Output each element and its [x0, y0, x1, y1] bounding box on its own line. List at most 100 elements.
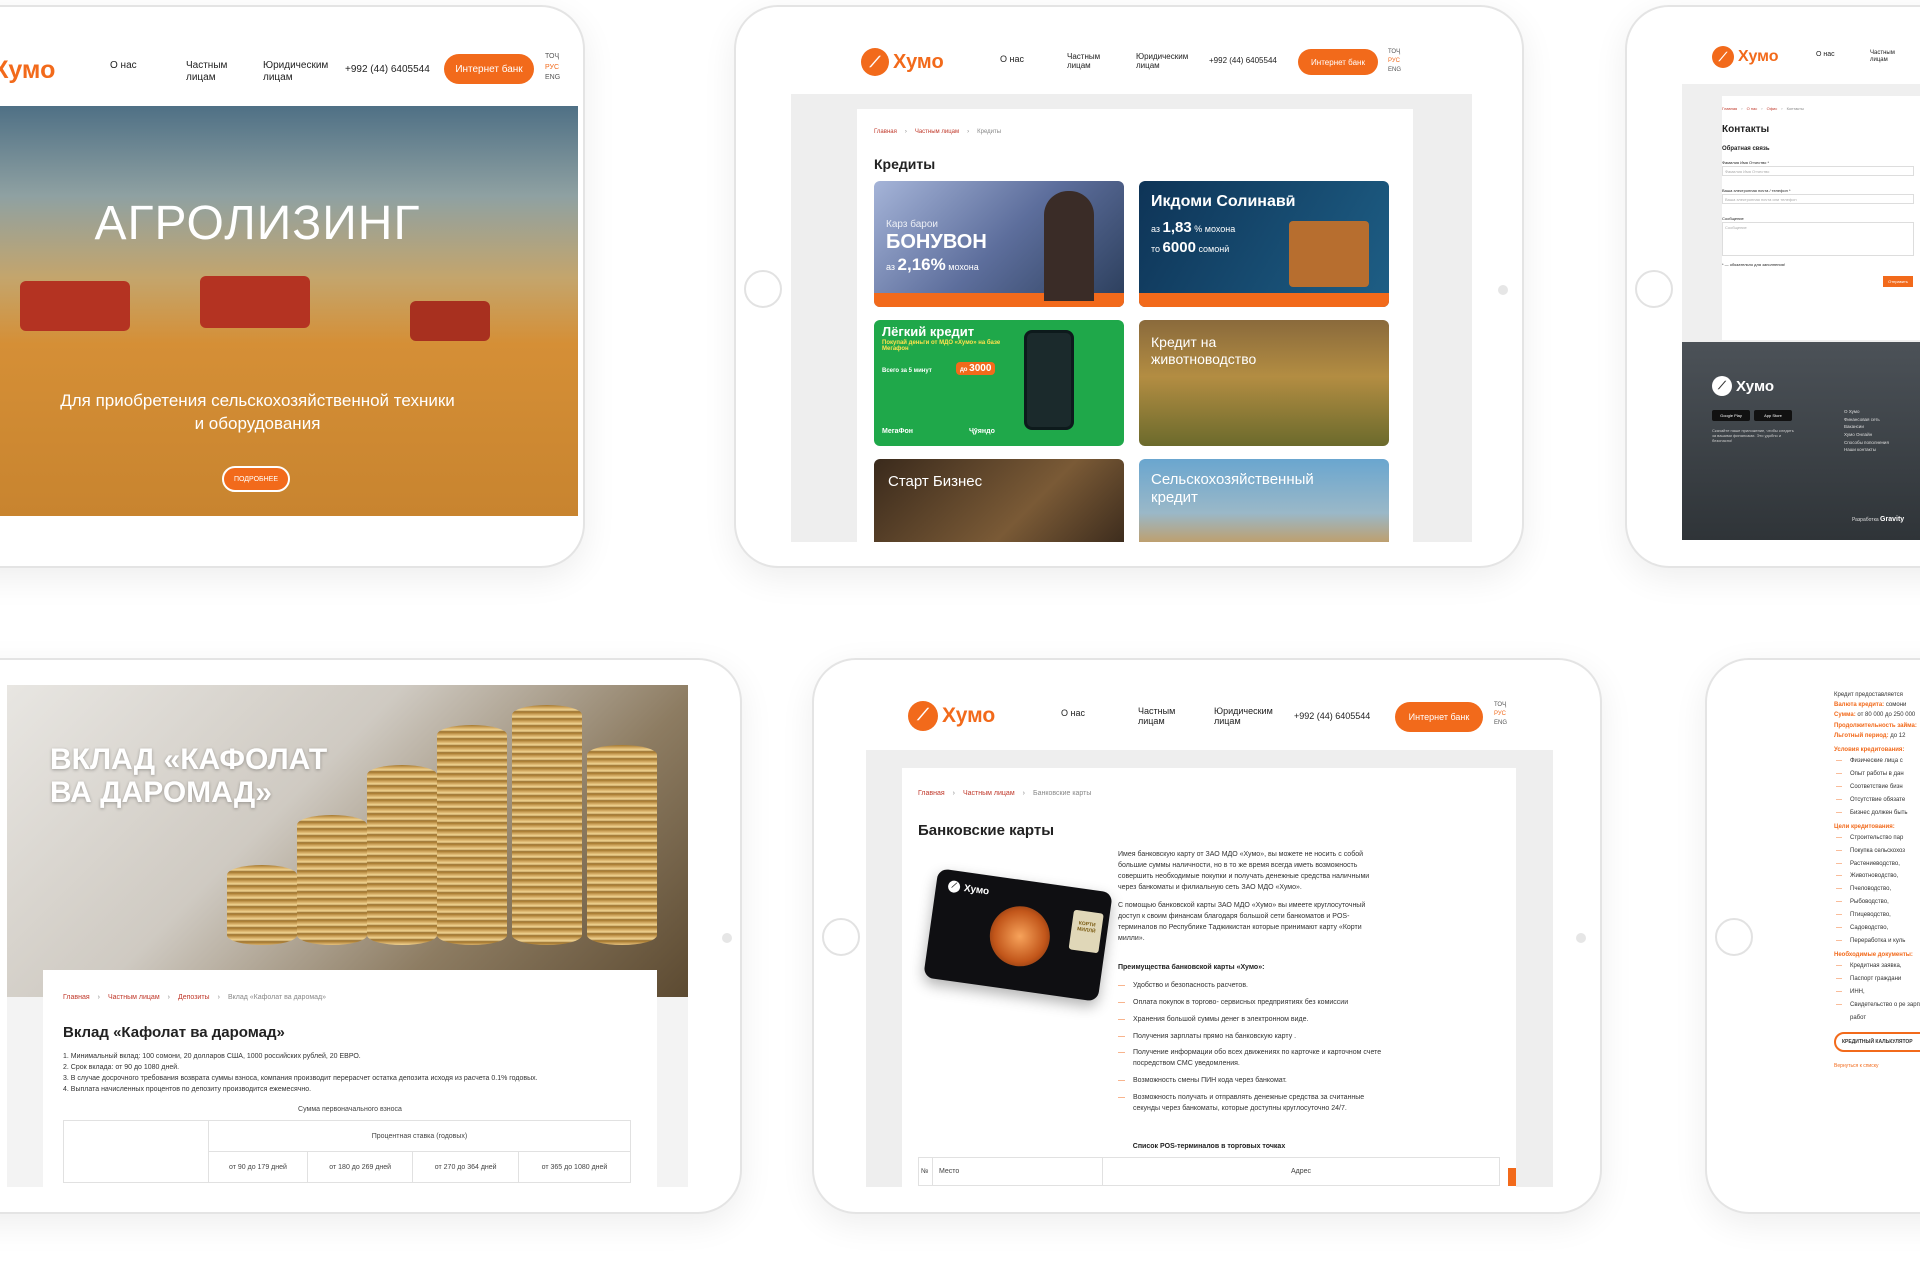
header-phone[interactable]: +992 (44) 6405544 [345, 64, 430, 76]
language-switcher[interactable]: ТОҶ РУС ENG [545, 52, 560, 84]
table-header: от 180 до 269 дней [306, 1151, 414, 1183]
nav-legal[interactable]: Юридическим лицам [263, 60, 328, 83]
header-phone[interactable]: +992 (44) 6405544 [1209, 56, 1277, 65]
table-caption: Сумма первоначального взноса [298, 1106, 402, 1113]
field-label-name: Фамилия Имя Отчество * [1722, 160, 1770, 165]
footer-link[interactable]: Наши контакты [1844, 446, 1889, 454]
promo-card-agro-credit[interactable]: Сельскохозяйственный кредит [1139, 459, 1389, 542]
coin-stack-image [367, 765, 437, 945]
promo-title: Икдоми Солинавӣ [1151, 193, 1296, 210]
name-input[interactable]: Фамилия Имя Отчество [1722, 166, 1914, 176]
nav-private[interactable]: Частным лицам [1067, 52, 1100, 70]
harvester-image [20, 281, 130, 331]
promo-card-bonuvon[interactable]: Карз барои БОНУВОН аз 2,16% мохона [874, 181, 1124, 307]
nav-about[interactable]: О нас [1816, 51, 1835, 59]
site-header: ⟋ Хумо О нас Частным лицам Юридическим лица… [866, 684, 1553, 750]
promo-title: Кредит на животноводство [1151, 334, 1257, 367]
logo-mark-icon: ⟋ [947, 879, 961, 894]
content-panel: Главная › Частным лицам › Банковские карты Б… [902, 768, 1516, 1187]
card-emblem [985, 902, 1054, 971]
nav-about[interactable]: О нас [1061, 708, 1085, 718]
list-item: — Паспорт граждани [1836, 975, 1902, 982]
footer-logo[interactable]: ⟋ Хумо [1712, 376, 1774, 396]
nav-about[interactable]: О нас [110, 60, 137, 72]
screen-bank-cards: ⟋ Хумо О нас Частным лицам Юридическим лица… [866, 684, 1553, 1187]
credit-calculator-button[interactable]: КРЕДИТНЫЙ КАЛЬКУЛЯТОР [1834, 1032, 1920, 1053]
developer-credit[interactable]: Разработка Gravity [1852, 516, 1904, 523]
cards-intro: Имея банковскую карту от ЗАО МДО «Хумо»,… [1118, 851, 1370, 942]
google-play-button[interactable]: Google Play [1712, 410, 1750, 421]
footer-link[interactable]: Способы пополнения [1844, 439, 1889, 447]
nav-legal[interactable]: Юридическим лицам [1136, 52, 1188, 70]
benefits-title: Преимущества банковской карты «Хумо»: [1118, 964, 1265, 971]
list-item: — Рыбоводство, [1836, 899, 1889, 906]
footer-link[interactable]: О Хумо [1844, 408, 1889, 416]
promo-amount: до 3000 [956, 362, 996, 375]
brand-logo[interactable]: Хумо [0, 56, 55, 85]
promo-card-start-business[interactable]: Старт Бизнес [874, 459, 1124, 542]
list-item: — Возможность получать и отправлять денеж… [1118, 1093, 1365, 1112]
nav-private[interactable]: Частным лицам [1870, 50, 1895, 64]
breadcrumb-link[interactable]: Частным лицам [108, 994, 160, 1001]
list-item: — Получение информации обо всех движениях… [1118, 1049, 1382, 1068]
brand-logo[interactable]: ⟋ Хумо [908, 701, 995, 731]
nav-private[interactable]: Частным лицам [186, 60, 227, 83]
table-header: от 365 до 1080 дней [517, 1151, 632, 1183]
hero-title: ВКЛАД «КАФОЛАТ ВА ДАРОМАД» [50, 743, 328, 809]
brand-logo[interactable]: ⟋ Хумо [1712, 46, 1779, 68]
list-item: — Пчеловодство, [1836, 886, 1892, 893]
required-note: * — обязательно для заполнения! [1722, 262, 1785, 267]
home-button [822, 918, 860, 956]
scroll-indicator[interactable] [1508, 1168, 1516, 1186]
promo-card-livestock[interactable]: Кредит на животноводство [1139, 320, 1389, 446]
header-phone[interactable]: +992 (44) 6405544 [1294, 711, 1370, 721]
list-item: — Бизнес должен быть [1836, 809, 1908, 816]
breadcrumb: Главная › Частным лицам › Депозиты › Вклад «Ка… [63, 994, 327, 1001]
footer-link[interactable]: Хумо Онлайн [1844, 431, 1889, 439]
footer-app-text: Скачайте наше приложение, чтобы следить … [1712, 428, 1794, 443]
breadcrumb-link[interactable]: Депозиты [178, 994, 210, 1001]
promo-title: Старт Бизнес [888, 473, 983, 490]
language-switcher[interactable]: ТОҶ РУС ENG [1494, 701, 1507, 728]
promo-kicker: Карз барои [886, 219, 938, 230]
coin-stack-image [587, 745, 657, 945]
app-store-button[interactable]: App Store [1754, 410, 1792, 421]
site-footer: ⟋ Хумо Google Play App Store Скачайте наш… [1682, 342, 1920, 540]
internet-bank-button[interactable]: Интернет банк [1395, 702, 1483, 732]
breadcrumb-link[interactable]: Главная [918, 790, 945, 797]
message-textarea[interactable]: Сообщение [1722, 222, 1914, 256]
breadcrumb-link[interactable]: Частным лицам [915, 129, 959, 135]
footer-link[interactable]: Вакансии [1844, 423, 1889, 431]
contact-input[interactable]: Ваша электронная почта или телефон [1722, 194, 1914, 204]
home-button [1635, 270, 1673, 308]
phone-image [1024, 330, 1074, 430]
internet-bank-button[interactable]: Интернет банк [444, 54, 534, 84]
coin-stack-image [512, 705, 582, 945]
breadcrumb-link[interactable]: Главная [874, 129, 897, 135]
submit-button[interactable]: Отправить [1883, 276, 1913, 287]
coin-stack-image [437, 725, 507, 945]
list-item: — Кредитная заявка, [1836, 962, 1902, 969]
brand-logo[interactable]: ⟋ Хумо [861, 48, 944, 76]
breadcrumb-link[interactable]: Частным лицам [963, 790, 1015, 797]
tractor-image [410, 301, 490, 341]
list-item: — Покупка сельскохоз [1836, 847, 1906, 854]
list-item: —Свидетельство о ре зарплате для работ [1836, 1001, 1920, 1021]
hero-more-button[interactable]: ПОДРОБНЕЕ [222, 466, 290, 492]
internet-bank-button[interactable]: Интернет банк [1298, 49, 1378, 75]
home-button [744, 270, 782, 308]
language-switcher[interactable]: ТОҶ РУС ENG [1388, 48, 1401, 75]
back-to-list-link[interactable]: Вернуться к списку [1834, 1062, 1920, 1071]
list-item: — Переработка и куль [1836, 937, 1906, 944]
footer-link[interactable]: Финансовая сеть [1844, 416, 1889, 424]
nav-legal[interactable]: Юридическим лицам [1214, 706, 1273, 727]
nav-about[interactable]: О нас [1000, 54, 1024, 64]
nav-private[interactable]: Частным лицам [1138, 706, 1175, 727]
promo-card-new-year[interactable]: Икдоми Солинавӣ аз 1,83 % мохона то 6000… [1139, 181, 1389, 307]
form-title: Обратная связь [1722, 146, 1770, 152]
screen-contacts: ⟋ Хумо О нас Частным лицам Главная › О нас › О… [1682, 34, 1920, 540]
breadcrumb-link[interactable]: Главная [63, 994, 90, 1001]
list-item: — Отсутствие обязате [1836, 796, 1906, 803]
tablet-camera [1576, 933, 1586, 943]
promo-card-easy-credit[interactable]: Лёгкий кредит Покупай деньги от МДО «Хум… [874, 320, 1124, 446]
